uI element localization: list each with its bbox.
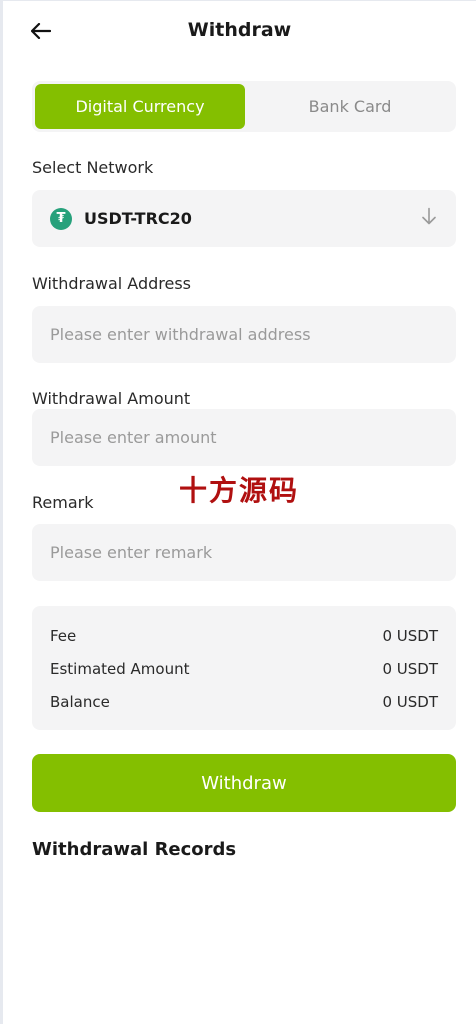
watermark-text: 十方源码 — [179, 474, 300, 507]
balance-label: Balance — [50, 693, 110, 711]
fee-row: Fee 0 USDT — [50, 627, 438, 645]
header: Withdraw — [3, 1, 476, 63]
amount-input[interactable]: Please enter amount — [32, 409, 456, 466]
tab-digital-currency[interactable]: Digital Currency — [35, 84, 245, 129]
network-label: Select Network — [32, 158, 154, 177]
withdraw-button[interactable]: Withdraw — [32, 754, 456, 812]
withdrawal-records-title: Withdrawal Records — [32, 839, 237, 860]
network-select[interactable]: ₮ USDT-TRC20 — [32, 190, 456, 247]
withdraw-page: Withdraw Digital Currency Bank Card Sele… — [0, 0, 476, 1024]
tether-icon: ₮ — [50, 207, 72, 230]
address-input[interactable]: Please enter withdrawal address — [32, 306, 456, 363]
remark-input[interactable]: Please enter remark — [32, 524, 456, 581]
network-value: USDT-TRC20 — [84, 209, 192, 228]
estimated-amount-value: 0 USDT — [382, 660, 438, 678]
arrow-down-icon — [422, 207, 436, 230]
amount-placeholder: Please enter amount — [50, 428, 217, 447]
fee-value: 0 USDT — [382, 627, 438, 645]
balance-row: Balance 0 USDT — [50, 693, 438, 711]
remark-label: Remark — [32, 493, 94, 512]
summary-card: Fee 0 USDT Estimated Amount 0 USDT Balan… — [32, 606, 456, 730]
estimated-amount-row: Estimated Amount 0 USDT — [50, 660, 438, 678]
tab-bar: Digital Currency Bank Card — [32, 81, 456, 132]
fee-label: Fee — [50, 627, 77, 645]
remark-placeholder: Please enter remark — [50, 543, 213, 562]
tab-bank-card[interactable]: Bank Card — [245, 84, 455, 129]
address-label: Withdrawal Address — [32, 274, 192, 293]
estimated-amount-label: Estimated Amount — [50, 660, 190, 678]
address-placeholder: Please enter withdrawal address — [50, 325, 311, 344]
balance-value: 0 USDT — [382, 693, 438, 711]
amount-label: Withdrawal Amount — [32, 389, 191, 408]
page-title: Withdraw — [187, 19, 292, 41]
